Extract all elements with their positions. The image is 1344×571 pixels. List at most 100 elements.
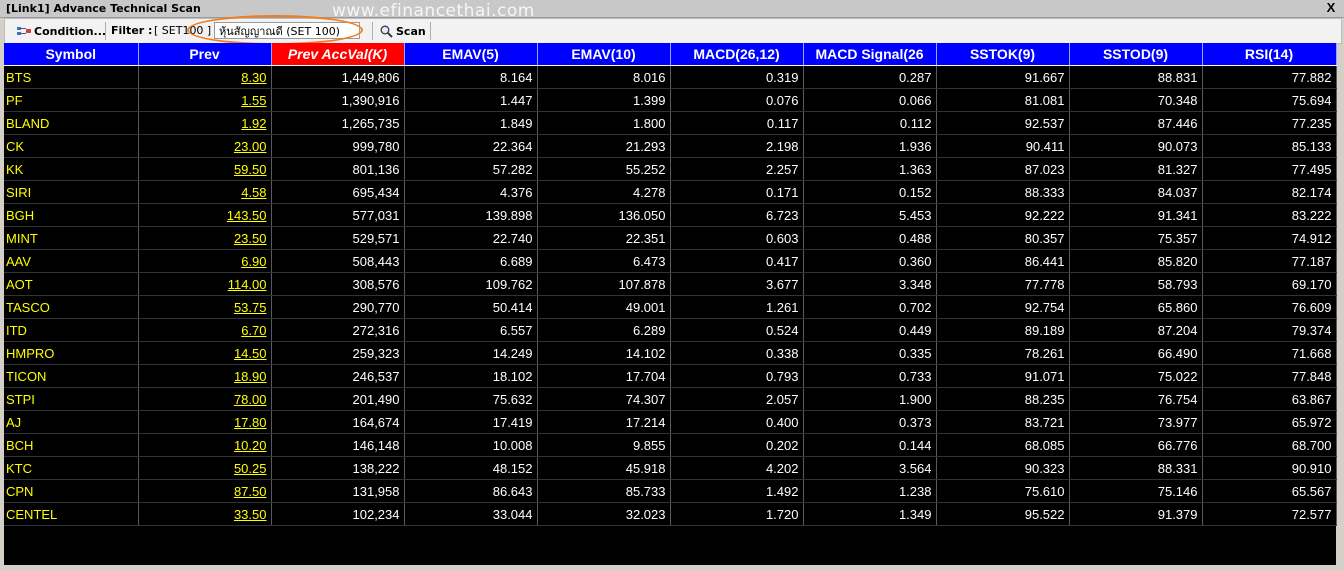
symbol-cell[interactable]: STPI — [4, 387, 139, 411]
prev-price-link[interactable]: 59.50 — [138, 157, 272, 181]
prev-price-link[interactable]: 14.50 — [138, 341, 272, 365]
value-cell: 201,490 — [271, 387, 405, 411]
table-row[interactable]: HMPRO 14.50 259,323 14.249 14.102 0.338 0.335 7… — [4, 341, 1337, 365]
table-row[interactable]: MINT 23.50 529,571 22.740 22.351 0.603 0.488 80… — [4, 226, 1337, 250]
value-cell: 1.849 — [404, 111, 538, 135]
symbol-cell[interactable]: KK — [4, 157, 139, 181]
value-cell: 0.524 — [670, 318, 804, 342]
symbol-cell[interactable]: CENTEL — [4, 502, 139, 526]
column-header[interactable]: EMAV(10) — [537, 43, 671, 66]
prev-price-link[interactable]: 18.90 — [138, 364, 272, 388]
symbol-cell[interactable]: AJ — [4, 410, 139, 434]
prev-price-link[interactable]: 78.00 — [138, 387, 272, 411]
table-row[interactable]: CPN 87.50 131,958 86.643 85.733 1.492 1.238 75.… — [4, 479, 1337, 503]
value-cell: 1.399 — [537, 88, 671, 112]
prev-price-link[interactable]: 87.50 — [138, 479, 272, 503]
symbol-cell[interactable]: PF — [4, 88, 139, 112]
table-row[interactable]: KTC 50.25 138,222 48.152 45.918 4.202 3.564 90.… — [4, 456, 1337, 480]
table-row[interactable]: AAV 6.90 508,443 6.689 6.473 0.417 0.360 86.441… — [4, 249, 1337, 273]
column-header[interactable]: SSTOK(9) — [936, 43, 1070, 66]
table-row[interactable]: BLAND 1.92 1,265,735 1.849 1.800 0.117 0.112 92… — [4, 111, 1337, 135]
column-header[interactable]: MACD(26,12) — [670, 43, 804, 66]
table-row[interactable]: BTS 8.30 1,449,806 8.164 8.016 0.319 0.287 91.6… — [4, 65, 1337, 89]
symbol-cell[interactable]: TASCO — [4, 295, 139, 319]
symbol-cell[interactable]: BTS — [4, 65, 139, 89]
symbol-cell[interactable]: BGH — [4, 203, 139, 227]
table-row[interactable]: AJ 17.80 164,674 17.419 17.214 0.400 0.373 83.7… — [4, 410, 1337, 434]
table-row[interactable]: CENTEL 33.50 102,234 33.044 32.023 1.720 1.349… — [4, 502, 1337, 526]
symbol-cell[interactable]: TICON — [4, 364, 139, 388]
prev-price-link[interactable]: 143.50 — [138, 203, 272, 227]
value-cell: 272,316 — [271, 318, 405, 342]
value-cell: 1.447 — [404, 88, 538, 112]
prev-price-link[interactable]: 6.90 — [138, 249, 272, 273]
prev-price-link[interactable]: 33.50 — [138, 502, 272, 526]
value-cell: 48.152 — [404, 456, 538, 480]
value-cell: 66.776 — [1069, 433, 1203, 457]
table-row[interactable]: STPI 78.00 201,490 75.632 74.307 2.057 1.900 88… — [4, 387, 1337, 411]
table-row[interactable]: TICON 18.90 246,537 18.102 17.704 0.793 0.733 9… — [4, 364, 1337, 388]
value-cell: 45.918 — [537, 456, 671, 480]
table-row[interactable]: BGH 143.50 577,031 139.898 136.050 6.723 5.453… — [4, 203, 1337, 227]
column-header[interactable]: Prev AccVal(K) — [271, 43, 405, 66]
value-cell: 72.577 — [1202, 502, 1337, 526]
value-cell: 0.603 — [670, 226, 804, 250]
column-header[interactable]: MACD Signal(26 — [803, 43, 937, 66]
table-row[interactable]: CK 23.00 999,780 22.364 21.293 2.198 1.936 90.4… — [4, 134, 1337, 158]
value-cell: 49.001 — [537, 295, 671, 319]
table-row[interactable]: BCH 10.20 146,148 10.008 9.855 0.202 0.144 68.0… — [4, 433, 1337, 457]
value-cell: 6.689 — [404, 249, 538, 273]
condition-button[interactable]: Condition... — [17, 22, 106, 40]
table-row[interactable]: ITD 6.70 272,316 6.557 6.289 0.524 0.449 89.189… — [4, 318, 1337, 342]
symbol-cell[interactable]: BLAND — [4, 111, 139, 135]
column-header[interactable]: Symbol — [4, 43, 139, 66]
prev-price-link[interactable]: 23.00 — [138, 134, 272, 158]
prev-price-link[interactable]: 17.80 — [138, 410, 272, 434]
close-icon[interactable]: X — [1324, 1, 1338, 15]
value-cell: 308,576 — [271, 272, 405, 296]
symbol-cell[interactable]: AAV — [4, 249, 139, 273]
column-header[interactable]: Prev — [138, 43, 272, 66]
table-row[interactable]: SIRI 4.58 695,434 4.376 4.278 0.171 0.152 88.33… — [4, 180, 1337, 204]
table-row[interactable]: PF 1.55 1,390,916 1.447 1.399 0.076 0.066 81.08… — [4, 88, 1337, 112]
value-cell: 0.373 — [803, 410, 937, 434]
prev-price-link[interactable]: 1.92 — [138, 111, 272, 135]
value-cell: 88.831 — [1069, 65, 1203, 89]
value-cell: 577,031 — [271, 203, 405, 227]
toolbar: Condition... Filter : [ SET100 ] หุ้นสัญ… — [4, 18, 1342, 44]
prev-price-link[interactable]: 50.25 — [138, 456, 272, 480]
symbol-cell[interactable]: KTC — [4, 456, 139, 480]
signal-dropdown[interactable]: หุ้นสัญญาณดี (SET 100) — [214, 22, 360, 39]
symbol-cell[interactable]: CPN — [4, 479, 139, 503]
prev-price-link[interactable]: 6.70 — [138, 318, 272, 342]
prev-price-link[interactable]: 53.75 — [138, 295, 272, 319]
value-cell: 82.174 — [1202, 180, 1337, 204]
prev-price-link[interactable]: 10.20 — [138, 433, 272, 457]
prev-price-link[interactable]: 1.55 — [138, 88, 272, 112]
symbol-cell[interactable]: ITD — [4, 318, 139, 342]
prev-price-link[interactable]: 8.30 — [138, 65, 272, 89]
prev-price-link[interactable]: 114.00 — [138, 272, 272, 296]
column-header[interactable]: EMAV(5) — [404, 43, 538, 66]
prev-price-link[interactable]: 23.50 — [138, 226, 272, 250]
symbol-cell[interactable]: BCH — [4, 433, 139, 457]
table-row[interactable]: KK 59.50 801,136 57.282 55.252 2.257 1.363 87.0… — [4, 157, 1337, 181]
symbol-cell[interactable]: AOT — [4, 272, 139, 296]
table-row[interactable]: AOT 114.00 308,576 109.762 107.878 3.677 3.348… — [4, 272, 1337, 296]
value-cell: 88.333 — [936, 180, 1070, 204]
value-cell: 79.374 — [1202, 318, 1337, 342]
value-cell: 136.050 — [537, 203, 671, 227]
prev-price-link[interactable]: 4.58 — [138, 180, 272, 204]
symbol-cell[interactable]: HMPRO — [4, 341, 139, 365]
symbol-cell[interactable]: SIRI — [4, 180, 139, 204]
symbol-cell[interactable]: MINT — [4, 226, 139, 250]
symbol-cell[interactable]: CK — [4, 134, 139, 158]
value-cell: 88.235 — [936, 387, 1070, 411]
column-header[interactable]: RSI(14) — [1202, 43, 1337, 66]
scan-label: Scan — [396, 24, 426, 38]
scan-button[interactable]: Scan — [380, 22, 426, 40]
table-row[interactable]: TASCO 53.75 290,770 50.414 49.001 1.261 0.702 9… — [4, 295, 1337, 319]
value-cell: 0.417 — [670, 249, 804, 273]
value-cell: 63.867 — [1202, 387, 1337, 411]
column-header[interactable]: SSTOD(9) — [1069, 43, 1203, 66]
